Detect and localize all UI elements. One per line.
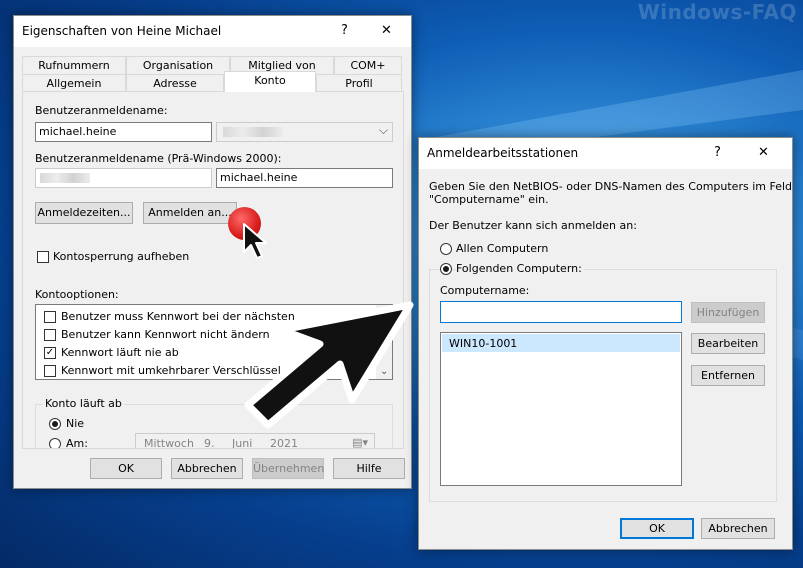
- date-year: 2021: [270, 437, 298, 449]
- user-properties-dialog: Eigenschaften von Heine Michael ? ✕ Rufn…: [13, 15, 412, 489]
- option-label-0: Benutzer muss Kennwort bei der nächsten: [61, 310, 295, 323]
- option-checkbox-0[interactable]: [44, 311, 56, 323]
- can-logon-label: Der Benutzer kann sich anmelden an:: [429, 219, 637, 232]
- close-icon[interactable]: ✕: [364, 16, 409, 47]
- tab-organisation[interactable]: Organisation: [126, 56, 230, 74]
- remove-button[interactable]: Entfernen: [691, 365, 765, 386]
- option-label-2: Kennwort läuft nie ab: [61, 346, 179, 359]
- check-icon[interactable]: ✓: [44, 347, 56, 359]
- account-options-list[interactable]: Benutzer muss Kennwort bei der nächsten …: [35, 304, 393, 380]
- redacted-domain: [223, 127, 283, 137]
- dialog-title: Eigenschaften von Heine Michael: [22, 24, 222, 38]
- option-checkbox-1[interactable]: [44, 329, 56, 341]
- titlebar: Anmeldearbeitsstationen ? ✕: [419, 138, 792, 169]
- unlock-account-checkbox[interactable]: [37, 251, 49, 263]
- computername-input[interactable]: [440, 301, 682, 323]
- edit-button[interactable]: Bearbeiten: [691, 333, 765, 354]
- pre2000-name-input[interactable]: michael.heine: [216, 168, 393, 188]
- tab-adresse[interactable]: Adresse: [126, 74, 224, 92]
- date-weekday: Mittwoch: [144, 437, 194, 449]
- option-checkbox-3[interactable]: [44, 365, 56, 377]
- expires-on-label: Am:: [66, 437, 88, 449]
- dialog-title: Anmeldearbeitsstationen: [427, 146, 579, 160]
- logon-to-button[interactable]: Anmelden an...: [143, 202, 237, 224]
- cancel-button[interactable]: Abbrechen: [171, 458, 243, 479]
- tab-profil[interactable]: Profil: [316, 74, 402, 92]
- option-label-1: Benutzer kann Kennwort nicht ändern: [61, 328, 270, 341]
- chevron-down-icon: ⌵: [378, 123, 388, 137]
- logon-workstations-dialog: Anmeldearbeitsstationen ? ✕ Geben Sie de…: [418, 137, 793, 550]
- add-button[interactable]: Hinzufügen: [691, 302, 765, 323]
- date-day: 9.: [204, 437, 215, 449]
- tab-com-plus[interactable]: COM+: [334, 56, 402, 74]
- help-icon[interactable]: ?: [322, 16, 367, 47]
- logon-name-input[interactable]: michael.heine: [35, 122, 212, 142]
- computername-label: Computername:: [440, 284, 530, 297]
- account-options-label: Kontooptionen:: [35, 288, 119, 301]
- ok-button[interactable]: OK: [90, 458, 162, 479]
- help-button[interactable]: Hilfe: [333, 458, 405, 479]
- description-line-1: Geben Sie den NetBIOS- oder DNS-Namen de…: [429, 180, 792, 193]
- computer-list[interactable]: WIN10-1001: [440, 332, 682, 486]
- calendar-icon: ▤▾: [352, 436, 368, 449]
- tab-rufnummern[interactable]: Rufnummern: [22, 56, 126, 74]
- tab-konto[interactable]: Konto: [224, 71, 316, 92]
- pre2000-domain-input: [35, 168, 212, 188]
- list-item-label: WIN10-1001: [449, 337, 518, 350]
- upn-suffix-select[interactable]: ⌵: [216, 122, 393, 142]
- tab-allgemein[interactable]: Allgemein: [22, 74, 126, 92]
- titlebar: Eigenschaften von Heine Michael ? ✕: [14, 16, 411, 47]
- close-icon[interactable]: ✕: [741, 138, 786, 169]
- expiry-date-picker: Mittwoch 9. Juni 2021 ▤▾: [135, 433, 375, 449]
- option-label-3: Kennwort mit umkehrbarer Verschlüssel: [61, 364, 281, 377]
- chevron-down-icon[interactable]: ⌄: [380, 366, 388, 377]
- redacted-netbios-domain: [40, 173, 90, 183]
- description-line-2: "Computername" ein.: [429, 193, 549, 206]
- all-computers-label: Allen Computern: [456, 242, 549, 255]
- logon-name-label: Benutzeranmeldename:: [35, 104, 168, 117]
- unlock-account-label: Kontosperrung aufheben: [53, 250, 190, 263]
- options-scrollbar[interactable]: ⌄: [376, 305, 392, 379]
- konto-tab-panel: Benutzeranmeldename: michael.heine ⌵ Ben…: [22, 91, 404, 449]
- logon-hours-button[interactable]: Anmeldezeiten...: [35, 202, 133, 224]
- expires-group-label: Konto läuft ab: [43, 397, 124, 410]
- pre2000-label: Benutzeranmeldename (Prä-Windows 2000):: [35, 152, 282, 165]
- expires-never-label: Nie: [66, 417, 85, 430]
- watermark: Windows-FAQ: [637, 0, 797, 24]
- cancel-button[interactable]: Abbrechen: [701, 518, 775, 539]
- expires-never-radio[interactable]: [49, 418, 61, 430]
- all-computers-radio[interactable]: [440, 243, 452, 255]
- expires-on-radio[interactable]: [49, 438, 61, 448]
- apply-button[interactable]: Übernehmen: [252, 458, 324, 479]
- help-icon[interactable]: ?: [695, 138, 740, 169]
- ok-button[interactable]: OK: [620, 518, 694, 539]
- mouse-pointer-icon: [243, 223, 267, 259]
- date-month: Juni: [232, 437, 253, 449]
- following-computers-radio[interactable]: [440, 263, 452, 275]
- following-computers-label: Folgenden Computern:: [456, 262, 584, 275]
